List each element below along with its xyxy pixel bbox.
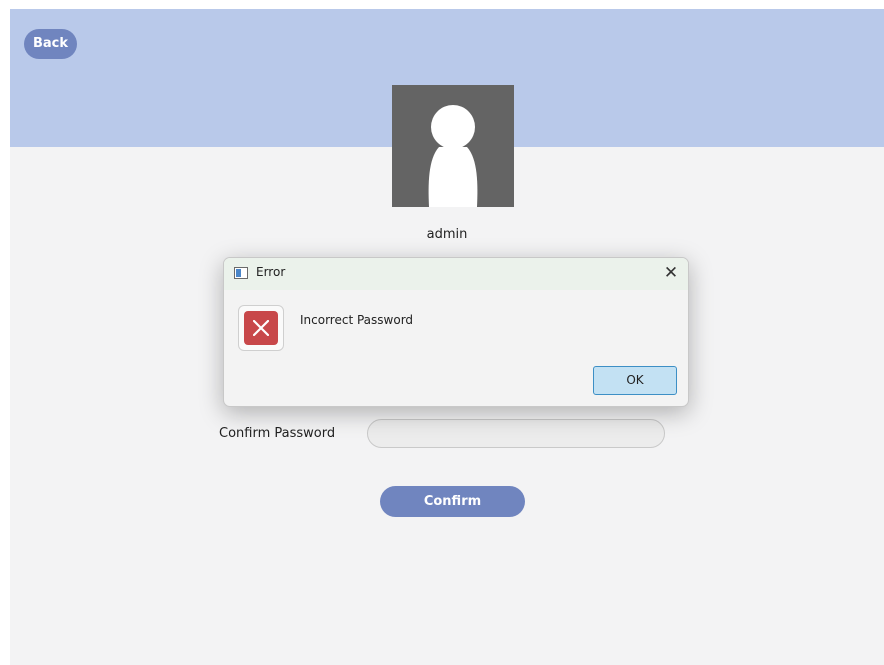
avatar <box>392 85 514 207</box>
dialog-titlebar: Error ✕ <box>224 258 688 290</box>
dialog-title: Error <box>256 265 286 279</box>
window-icon <box>234 267 248 279</box>
user-silhouette-icon <box>428 105 478 207</box>
close-icon[interactable]: ✕ <box>660 262 682 284</box>
error-message: Incorrect Password <box>300 313 414 327</box>
username-label: admin <box>426 227 468 242</box>
back-button[interactable]: Back <box>24 29 77 59</box>
error-dialog: Error ✕ Incorrect Password OK <box>223 257 689 407</box>
confirm-password-field[interactable] <box>367 419 665 448</box>
confirm-password-label: Confirm Password <box>219 426 336 441</box>
ok-button[interactable]: OK <box>593 366 677 395</box>
confirm-button[interactable]: Confirm <box>380 486 525 517</box>
error-icon <box>238 305 284 351</box>
